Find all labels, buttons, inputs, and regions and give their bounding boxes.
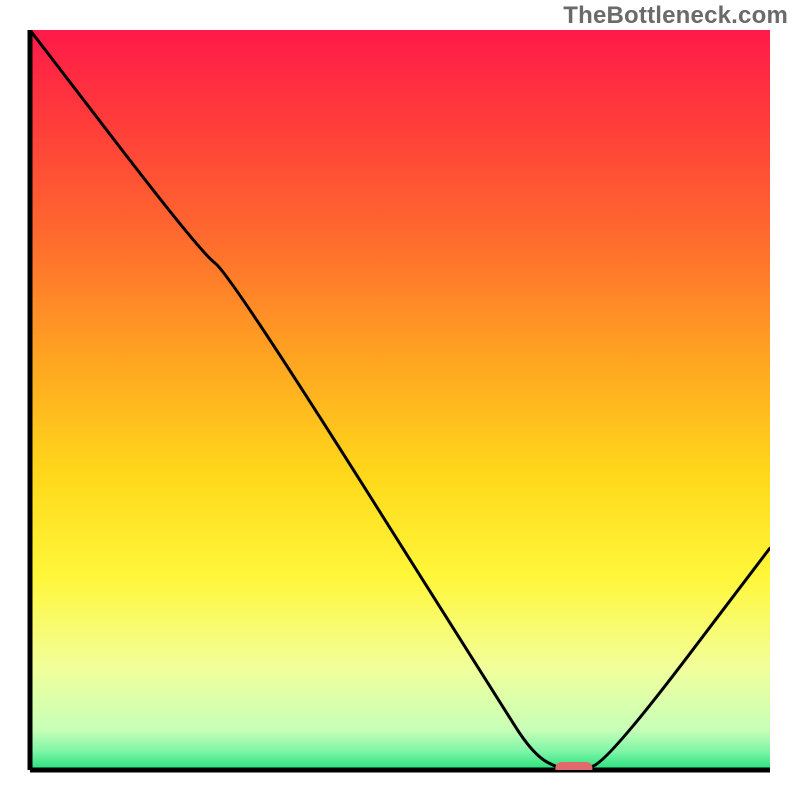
plot-background — [30, 30, 770, 770]
watermark-text: TheBottleneck.com — [563, 2, 788, 30]
chart-frame: TheBottleneck.com — [0, 0, 800, 800]
optimal-marker — [555, 762, 592, 776]
chart-svg — [0, 0, 800, 800]
